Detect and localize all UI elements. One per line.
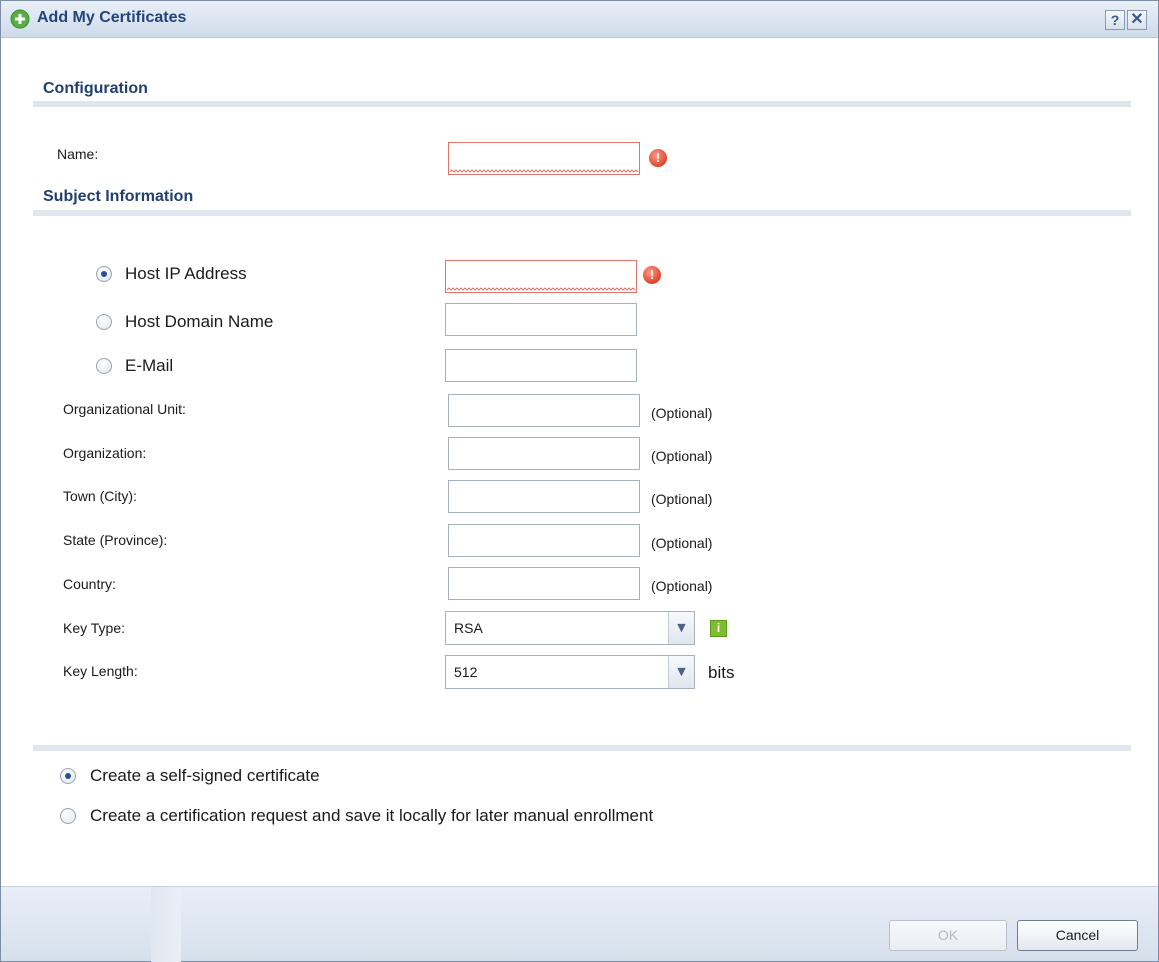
town-label: Town (City):: [63, 488, 137, 504]
email-field[interactable]: [445, 349, 637, 382]
name-label: Name:: [57, 146, 99, 162]
configuration-section-title: Configuration: [43, 80, 148, 97]
key-type-label: Key Type:: [63, 620, 126, 636]
add-my-certificates-dialog: Add My Certificates ? ✕ Configuration Na…: [0, 0, 1159, 962]
help-button[interactable]: ?: [1105, 10, 1125, 30]
organization-label: Organization:: [63, 445, 147, 461]
certification-request-label: Create a certification request and save …: [90, 806, 654, 825]
organization-field[interactable]: [448, 437, 640, 470]
email-radio[interactable]: [96, 358, 112, 374]
name-error-icon: !: [649, 149, 667, 167]
country-field[interactable]: [448, 567, 640, 600]
state-field[interactable]: [448, 524, 640, 557]
optional-note: (Optional): [651, 578, 713, 594]
chevron-down-icon[interactable]: ▼: [668, 656, 694, 688]
footer-divider: [151, 887, 181, 962]
section-divider: [33, 210, 1131, 216]
key-length-value: 512: [454, 664, 478, 680]
host-ip-radio[interactable]: [96, 266, 112, 282]
section-divider: [33, 745, 1131, 751]
optional-note: (Optional): [651, 448, 713, 464]
key-type-value: RSA: [454, 620, 483, 636]
certification-request-radio[interactable]: [60, 808, 76, 824]
add-circle-icon: [10, 9, 30, 29]
org-unit-label: Organizational Unit:: [63, 401, 186, 417]
optional-note: (Optional): [651, 405, 713, 421]
optional-note: (Optional): [651, 535, 713, 551]
cancel-button[interactable]: Cancel: [1017, 920, 1138, 951]
town-field[interactable]: [448, 480, 640, 513]
country-label: Country:: [63, 576, 116, 592]
self-signed-radio[interactable]: [60, 768, 76, 784]
self-signed-label: Create a self-signed certificate: [90, 766, 320, 785]
key-length-select[interactable]: 512 ▼: [445, 655, 695, 689]
host-domain-label: Host Domain Name: [125, 312, 274, 331]
host-domain-radio[interactable]: [96, 314, 112, 330]
host-ip-label: Host IP Address: [125, 264, 247, 283]
email-label: E-Mail: [125, 356, 174, 375]
optional-note: (Optional): [651, 491, 713, 507]
dialog-titlebar: Add My Certificates ? ✕: [1, 1, 1158, 38]
key-length-unit: bits: [708, 663, 735, 682]
dialog-title: Add My Certificates: [37, 9, 187, 26]
org-unit-field[interactable]: [448, 394, 640, 427]
error-underline: [450, 169, 638, 173]
key-length-label: Key Length:: [63, 663, 138, 679]
error-underline: [447, 287, 635, 291]
section-divider: [33, 101, 1131, 107]
info-icon[interactable]: i: [710, 620, 727, 637]
host-ip-error-icon: !: [643, 266, 661, 284]
key-type-select[interactable]: RSA ▼: [445, 611, 695, 645]
host-domain-field[interactable]: [445, 303, 637, 336]
state-label: State (Province):: [63, 532, 168, 548]
ok-button[interactable]: OK: [889, 920, 1007, 951]
dialog-footer: OK Cancel: [1, 886, 1158, 962]
subject-section-title: Subject Information: [43, 188, 194, 205]
chevron-down-icon[interactable]: ▼: [668, 612, 694, 644]
close-button[interactable]: ✕: [1127, 10, 1147, 30]
